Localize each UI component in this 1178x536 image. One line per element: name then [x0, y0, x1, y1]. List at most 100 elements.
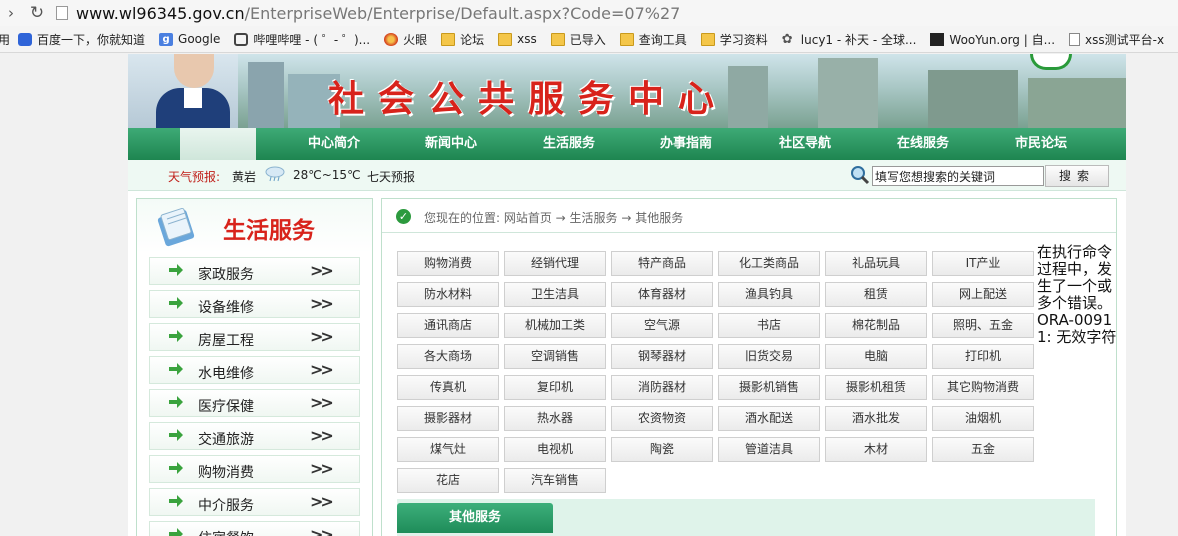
- butian-icon: ✿: [781, 31, 793, 47]
- bookmark-google[interactable]: g Google: [159, 32, 220, 46]
- category-item[interactable]: 防水材料: [397, 282, 499, 307]
- bookmark-folder-imported[interactable]: 已导入: [550, 31, 606, 48]
- category-item[interactable]: 钢琴器材: [611, 344, 713, 369]
- category-item[interactable]: 打印机: [932, 344, 1034, 369]
- category-item[interactable]: 木材: [825, 437, 927, 462]
- category-item[interactable]: 复印机: [504, 375, 606, 400]
- sidebar-item-label: 住宿餐饮: [198, 528, 254, 536]
- sidebar-item-housing[interactable]: 房屋工程 >>: [149, 323, 360, 351]
- nav-item-news[interactable]: 新闻中心: [425, 128, 477, 160]
- category-item[interactable]: 酒水配送: [718, 406, 820, 431]
- sidebar-item-label: 家政服务: [198, 267, 254, 283]
- bookmarks-bar: 用 百度一下，你就知道 gGoogle 哔哩哔哩 - ( ゜- ゜)... 火眼…: [0, 26, 1178, 53]
- double-chevron-icon: >>: [310, 393, 334, 412]
- search-input[interactable]: [872, 166, 1044, 186]
- sidebar-item-label: 购物消费: [198, 465, 254, 481]
- bookmark-baidu[interactable]: 百度一下，你就知道: [18, 31, 145, 48]
- sidebar-item-plumbing[interactable]: 水电维修 >>: [149, 356, 360, 384]
- sidebar-item-equipment-repair[interactable]: 设备维修 >>: [149, 290, 360, 318]
- bookmark-xss-platform[interactable]: xss测试平台-x: [1069, 31, 1164, 48]
- double-chevron-icon: >>: [310, 360, 334, 379]
- category-item[interactable]: 汽车销售: [504, 468, 606, 493]
- category-item[interactable]: 旧货交易: [718, 344, 820, 369]
- folder-icon: [700, 32, 715, 46]
- category-item[interactable]: 农资物资: [611, 406, 713, 431]
- category-item[interactable]: 电视机: [504, 437, 606, 462]
- category-item[interactable]: 油烟机: [932, 406, 1034, 431]
- category-item[interactable]: 机械加工类: [504, 313, 606, 338]
- search-button[interactable]: 搜索: [1045, 165, 1109, 187]
- double-chevron-icon: >>: [310, 459, 334, 478]
- nav-item-guide[interactable]: 办事指南: [660, 128, 712, 160]
- sidebar-item-lodging[interactable]: 住宿餐饮 >>: [149, 521, 360, 536]
- google-icon: g: [159, 32, 174, 46]
- category-item[interactable]: 书店: [718, 313, 820, 338]
- category-item[interactable]: 陶瓷: [611, 437, 713, 462]
- bookmark-bilibili[interactable]: 哔哩哔哩 - ( ゜- ゜)...: [234, 31, 370, 48]
- category-item[interactable]: 购物消费: [397, 251, 499, 276]
- sidebar-item-healthcare[interactable]: 医疗保健 >>: [149, 389, 360, 417]
- arrow-right-icon: [169, 330, 183, 342]
- bookmark-folder-study[interactable]: 学习资料: [700, 31, 768, 48]
- bookmark-folder-tools[interactable]: 查询工具: [619, 31, 687, 48]
- nav-home-tab[interactable]: [180, 128, 256, 160]
- bookmark-folder-xss[interactable]: xss: [498, 32, 537, 46]
- weather-forecast-link[interactable]: 七天预报: [367, 168, 415, 185]
- category-item[interactable]: 棉花制品: [825, 313, 927, 338]
- bookmark-butian[interactable]: ✿ lucy1 - 补天 - 全球...: [782, 31, 917, 48]
- category-item[interactable]: 网上配送: [932, 282, 1034, 307]
- nav-item-life-service[interactable]: 生活服务: [543, 128, 595, 160]
- category-item[interactable]: 摄影机销售: [718, 375, 820, 400]
- category-item[interactable]: 渔具钓具: [718, 282, 820, 307]
- sidebar-item-label: 房屋工程: [198, 333, 254, 349]
- tab-other-services[interactable]: 其他服务: [397, 503, 553, 533]
- breadcrumb: 您现在的位置: 网站首页 → 生活服务 → 其他服务: [424, 211, 684, 225]
- arrow-right-icon: [169, 429, 183, 441]
- category-item[interactable]: 化工类商品: [718, 251, 820, 276]
- category-item[interactable]: 照明、五金: [932, 313, 1034, 338]
- sidebar-item-label: 医疗保健: [198, 399, 254, 415]
- cloud-icon: [265, 166, 285, 182]
- nav-item-about[interactable]: 中心简介: [308, 128, 360, 160]
- category-item[interactable]: 摄影机租赁: [825, 375, 927, 400]
- bookmark-folder-forum[interactable]: 论坛: [441, 31, 484, 48]
- category-item[interactable]: 各大商场: [397, 344, 499, 369]
- category-item[interactable]: 消防器材: [611, 375, 713, 400]
- arrow-right-icon: [169, 495, 183, 507]
- sidebar-item-housekeeping[interactable]: 家政服务 >>: [149, 257, 360, 285]
- nav-item-online[interactable]: 在线服务: [897, 128, 949, 160]
- category-item[interactable]: 热水器: [504, 406, 606, 431]
- reload-icon[interactable]: ↻: [26, 2, 48, 24]
- category-item[interactable]: 管道洁具: [718, 437, 820, 462]
- forward-icon[interactable]: ›: [2, 4, 20, 22]
- category-item[interactable]: 空气源: [611, 313, 713, 338]
- category-item[interactable]: 摄影器材: [397, 406, 499, 431]
- category-item[interactable]: 煤气灶: [397, 437, 499, 462]
- category-item[interactable]: 通讯商店: [397, 313, 499, 338]
- url-field[interactable]: www.wl96345.gov.cn/EnterpriseWeb/Enterpr…: [56, 2, 1178, 24]
- sidebar-item-travel[interactable]: 交通旅游 >>: [149, 422, 360, 450]
- category-item[interactable]: 其它购物消费: [932, 375, 1034, 400]
- category-item[interactable]: 空调销售: [504, 344, 606, 369]
- category-item[interactable]: 花店: [397, 468, 499, 493]
- fireeye-icon: [384, 32, 399, 46]
- category-item[interactable]: 电脑: [825, 344, 927, 369]
- category-item[interactable]: 礼品玩具: [825, 251, 927, 276]
- category-item[interactable]: 卫生洁具: [504, 282, 606, 307]
- category-item[interactable]: 经销代理: [504, 251, 606, 276]
- category-item[interactable]: 五金: [932, 437, 1034, 462]
- category-item[interactable]: 特产商品: [611, 251, 713, 276]
- sidebar-item-agency[interactable]: 中介服务 >>: [149, 488, 360, 516]
- check-circle-icon: ✓: [396, 209, 411, 224]
- category-item[interactable]: 租赁: [825, 282, 927, 307]
- category-item[interactable]: 酒水批发: [825, 406, 927, 431]
- sidebar-item-shopping[interactable]: 购物消费 >>: [149, 455, 360, 483]
- category-item[interactable]: IT产业: [932, 251, 1034, 276]
- nav-item-forum[interactable]: 市民论坛: [1015, 128, 1067, 160]
- bookmark-apps[interactable]: 用: [0, 31, 10, 48]
- category-item[interactable]: 体育器材: [611, 282, 713, 307]
- bookmark-wooyun[interactable]: WooYun.org | 自...: [930, 31, 1055, 48]
- bookmark-fireeye[interactable]: 火眼: [384, 31, 427, 48]
- category-item[interactable]: 传真机: [397, 375, 499, 400]
- nav-item-community[interactable]: 社区导航: [779, 128, 831, 160]
